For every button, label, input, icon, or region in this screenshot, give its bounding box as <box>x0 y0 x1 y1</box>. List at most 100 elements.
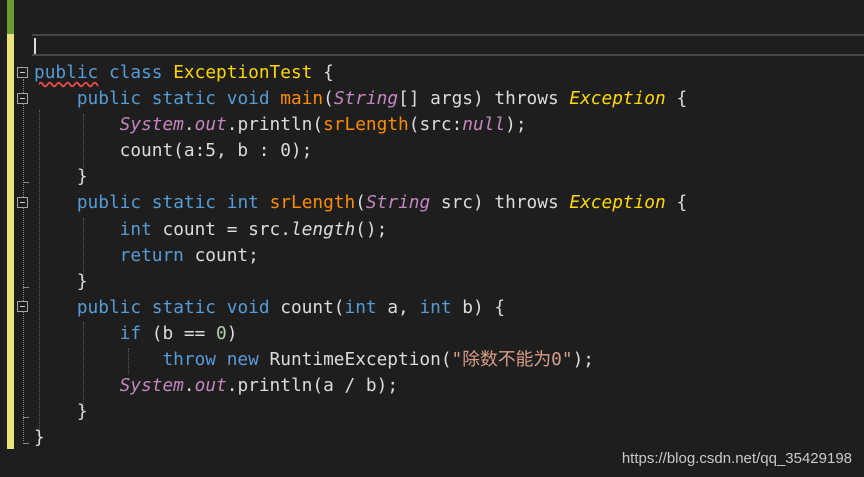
code-token: 0 <box>216 322 227 344</box>
code-line[interactable]: System.out.println(srLength(src:null); <box>34 112 687 138</box>
code-line[interactable]: public static void count(int a, int b) { <box>34 295 687 321</box>
fold-guide-class <box>23 79 24 441</box>
code-line[interactable]: return count; <box>34 243 687 269</box>
code-line[interactable]: public static void main(String[] args) t… <box>34 86 687 112</box>
code-line[interactable]: public static int srLength(String src) t… <box>34 190 687 216</box>
collapse-count-icon[interactable] <box>17 301 28 312</box>
code-token: throws <box>494 88 559 110</box>
code-token: Exception <box>569 192 666 214</box>
code-token: (src: <box>408 114 463 136</box>
code-token: new <box>226 349 259 371</box>
code-token: } <box>34 270 88 292</box>
code-token: public <box>34 62 99 83</box>
code-editor[interactable]: public class ExceptionTest { public stat… <box>34 60 687 451</box>
code-token: length <box>290 218 356 240</box>
code-token: .println(a / b); <box>226 375 399 397</box>
code-token: null <box>462 114 506 136</box>
code-token: } <box>34 166 88 188</box>
code-token: "除数不能为0" <box>451 349 573 371</box>
code-token: } <box>34 401 88 423</box>
code-token: void <box>226 296 270 318</box>
code-token: void <box>226 88 270 110</box>
code-line[interactable]: } <box>34 399 687 425</box>
current-line-highlight[interactable] <box>32 34 864 56</box>
code-token: ( <box>355 192 366 214</box>
code-token: ExceptionTest <box>173 62 313 83</box>
code-token: class <box>108 62 163 83</box>
code-token: ) <box>226 322 238 344</box>
watermark-url: https://blog.csdn.net/qq_35429198 <box>621 450 852 467</box>
code-token: } <box>34 427 45 449</box>
code-token: { <box>665 192 688 214</box>
code-token: . <box>183 375 195 397</box>
code-token: count; <box>183 244 259 266</box>
collapse-main-icon[interactable] <box>17 93 28 104</box>
code-token: if <box>119 322 142 344</box>
fold-end-count <box>23 417 29 418</box>
code-token: throws <box>494 192 559 214</box>
code-token: out <box>194 375 227 397</box>
code-token: ); <box>572 349 594 371</box>
code-line[interactable]: if (b == 0) <box>34 321 687 347</box>
code-line[interactable]: } <box>34 164 687 190</box>
unsaved-change-marker <box>7 34 14 449</box>
code-token: static <box>151 88 217 110</box>
code-token: return <box>119 244 184 266</box>
code-token: srLength <box>269 192 356 214</box>
code-token: public <box>76 296 142 318</box>
code-token: { <box>665 88 688 110</box>
code-token: System <box>119 114 184 136</box>
code-token: int <box>226 192 259 214</box>
code-line[interactable]: public class ExceptionTest { <box>34 60 687 86</box>
text-caret <box>34 38 36 54</box>
saved-change-marker <box>7 0 14 34</box>
code-line[interactable]: System.out.println(a / b); <box>34 373 687 399</box>
code-token: a, <box>376 296 420 318</box>
code-token: out <box>194 114 227 136</box>
code-line[interactable]: throw new RuntimeException("除数不能为0"); <box>34 347 687 373</box>
code-token: { <box>312 62 334 83</box>
code-token: (b == <box>141 322 217 344</box>
code-token: static <box>151 296 217 318</box>
code-line[interactable]: int count = src.length(); <box>34 217 687 243</box>
code-token: int <box>119 218 152 240</box>
code-token: static <box>151 192 217 214</box>
code-token: . <box>183 114 195 136</box>
code-token: count( <box>269 296 345 318</box>
code-token: public <box>76 88 142 110</box>
code-token: .println( <box>226 114 324 136</box>
code-line[interactable]: } <box>34 425 687 451</box>
code-token: ); <box>505 114 527 136</box>
code-token: throw <box>162 349 216 371</box>
code-token: System <box>119 375 184 397</box>
code-token: int <box>344 296 377 318</box>
code-token: count = src. <box>151 218 291 240</box>
code-token: String <box>333 88 399 110</box>
code-token: Exception <box>569 88 666 110</box>
code-line[interactable]: count(a:5, b : 0); <box>34 138 687 164</box>
collapse-class-icon[interactable] <box>17 67 28 78</box>
code-line[interactable]: } <box>34 269 687 295</box>
code-token: src) <box>430 192 495 214</box>
fold-end-main <box>23 182 29 183</box>
collapse-srlength-icon[interactable] <box>17 197 28 208</box>
